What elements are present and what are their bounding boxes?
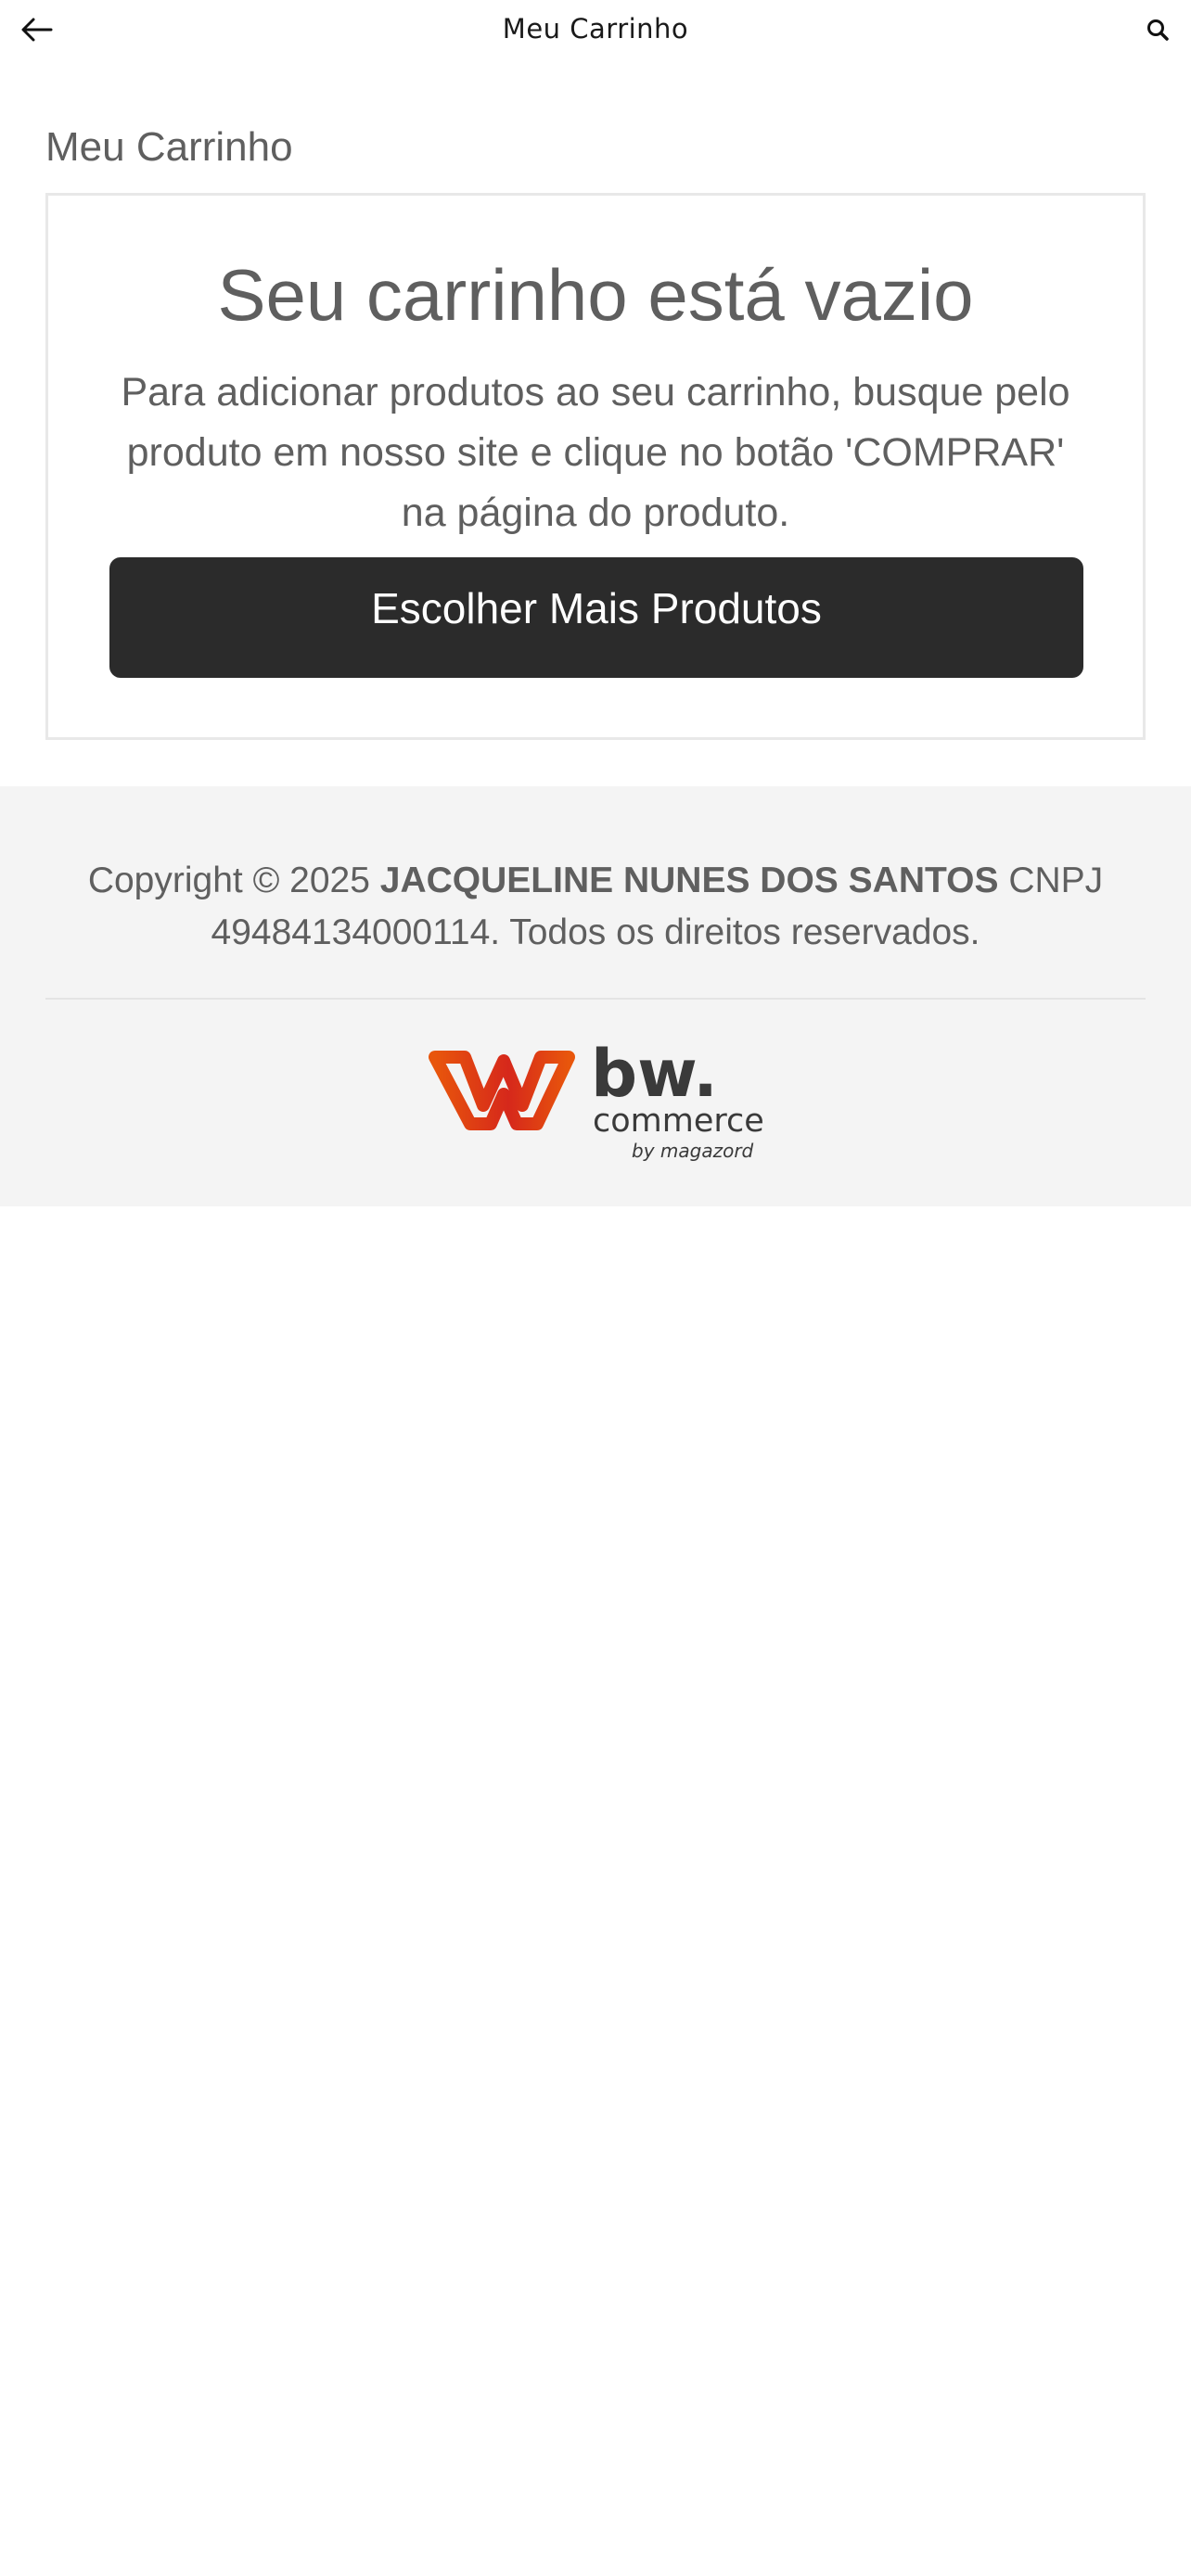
top-bar-title: Meu Carrinho [502,13,689,45]
search-icon [1147,19,1169,41]
logo-brand-text: bw. [591,1039,718,1112]
company-name: JACQUELINE NUNES DOS SANTOS [379,861,999,900]
logo-by-text: by magazord [632,1140,754,1162]
empty-cart-message: Para adicionar produtos ao seu carrinho,… [121,370,1070,535]
search-button[interactable] [1139,11,1176,48]
page-title: Meu Carrinho [45,124,293,170]
choose-more-products-button[interactable]: Escolher Mais Produtos [109,557,1083,678]
empty-cart-title: Seu carrinho está vazio [217,254,974,336]
copyright-text: Copyright © 2025 JACQUELINE NUNES DOS SA… [56,855,1135,959]
footer-divider [45,998,1146,1000]
logo-sub-text: commerce [593,1103,764,1140]
empty-cart-box: Seu carrinho está vazio Para adicionar p… [45,193,1146,740]
top-bar: Meu Carrinho [0,0,1191,59]
copyright-prefix: Copyright © 2025 [87,861,370,900]
bw-commerce-logo[interactable]: bw. commerce by magazord [426,1039,769,1164]
footer: Copyright © 2025 JACQUELINE NUNES DOS SA… [0,786,1191,1206]
